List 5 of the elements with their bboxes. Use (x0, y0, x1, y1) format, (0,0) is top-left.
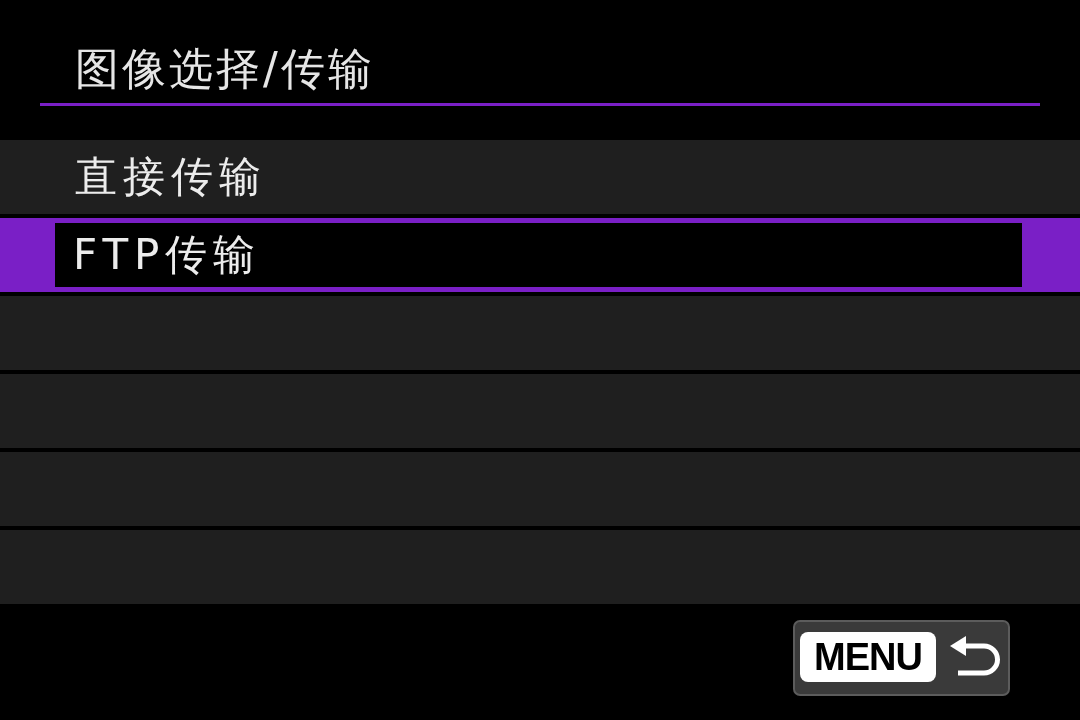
menu-item[interactable]: 直接传输 (0, 140, 1080, 214)
return-arrow-icon (948, 635, 1000, 679)
menu-item[interactable]: FTP传输 (0, 218, 1080, 292)
menu-back-button[interactable]: MENU (793, 620, 1010, 696)
screen-title: 图像选择/传输 (74, 42, 375, 95)
